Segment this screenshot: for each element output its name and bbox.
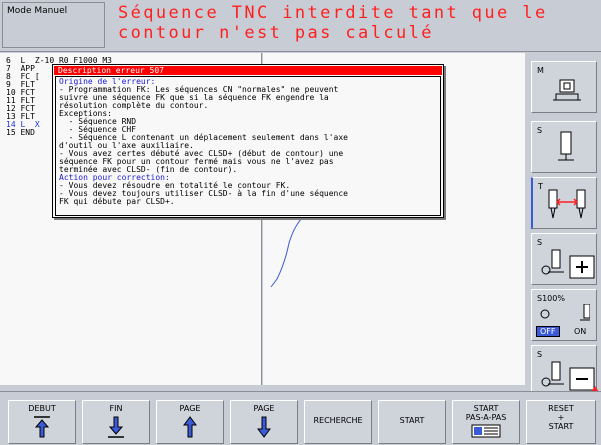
horizontal-softkey-bar: DEBUT FIN PAGE PAGE RECHERCHE START STAR…: [0, 391, 601, 445]
error-message-line-1: Séquence TNC interdite tant que le: [118, 3, 548, 23]
softkey-recherche[interactable]: RECHERCHE: [304, 400, 372, 444]
error-window-body: Origine de l'erreur: - Programmation FK:…: [55, 76, 441, 216]
error-message-line-2: contour n'est pas calculé: [118, 23, 434, 43]
tool-length-icon: [548, 189, 586, 219]
softkey-page-down-label: PAGE: [253, 404, 275, 413]
softkey-t-tool[interactable]: T: [531, 177, 597, 229]
softkey-page-up[interactable]: PAGE: [156, 400, 224, 444]
softkey-s100-label: S100%: [537, 294, 565, 303]
arrow-up-icon: [183, 416, 197, 438]
softkey-start-pas-a-pas[interactable]: START PAS-A-PAS: [452, 400, 520, 444]
softkey-s-speed[interactable]: S: [531, 121, 597, 173]
softkey-fin-label: FIN: [109, 404, 123, 413]
softkey-debut-label: DEBUT: [28, 404, 56, 413]
softkey-m-function[interactable]: M: [531, 61, 597, 113]
softkey-reset-label-1: RESET: [548, 404, 574, 413]
softkey-s-label: S: [537, 238, 543, 247]
spindle-override-icon: [540, 304, 590, 321]
softkey-reset-label-2: +: [557, 413, 565, 422]
softkey-page-down[interactable]: PAGE: [230, 400, 298, 444]
single-block-icon: [471, 424, 501, 438]
softkey-m-label: M: [537, 66, 544, 75]
softkey-start[interactable]: START: [378, 400, 446, 444]
error-description-window: Description erreur 507 Origine de l'erre…: [52, 64, 444, 218]
arrow-down-to-bottom-icon: [108, 416, 124, 438]
softkey-page-up-label: PAGE: [179, 404, 201, 413]
toggle-off[interactable]: OFF: [536, 326, 560, 337]
softkey-s-label: S: [537, 126, 543, 135]
error-message: Séquence TNC interdite tant que le conto…: [118, 3, 598, 43]
spindle-speed-increase-icon: [541, 249, 595, 279]
vertical-softkey-bar: M S T S S100% OFF ON S: [525, 53, 601, 397]
toggle-on[interactable]: ON: [574, 327, 586, 336]
softkey-start-label: START: [399, 416, 425, 425]
softkey-s-plus[interactable]: S: [531, 233, 597, 285]
arrow-up-to-top-icon: [34, 416, 50, 438]
operating-mode-label: Mode Manuel: [2, 2, 105, 48]
softkey-reset-start[interactable]: RESET + START: [526, 400, 596, 444]
header-bar: Mode Manuel Séquence TNC interdite tant …: [0, 0, 601, 52]
softkey-reset-label-3: START: [548, 422, 574, 431]
softkey-debut[interactable]: DEBUT: [8, 400, 76, 444]
error-text-line: FK qui débute par CLSD+.: [59, 197, 175, 206]
softkey-fin[interactable]: FIN: [82, 400, 150, 444]
softkey-s-label: S: [537, 350, 543, 359]
softkey-recherche-label: RECHERCHE: [313, 416, 363, 425]
softkey-start-pap-label-1: START: [473, 404, 499, 413]
error-window-title: Description erreur 507: [54, 66, 442, 75]
spindle-icon: [553, 79, 581, 101]
softkey-start-pap-label-2: PAS-A-PAS: [465, 413, 507, 422]
error-text-line: résolution complète du contour.: [59, 101, 209, 110]
tool-spindle-icon: [558, 131, 574, 161]
softkey-s-minus[interactable]: S: [531, 345, 597, 397]
softkey-s100-override[interactable]: S100% OFF ON: [531, 289, 597, 341]
arrow-down-icon: [257, 416, 271, 438]
